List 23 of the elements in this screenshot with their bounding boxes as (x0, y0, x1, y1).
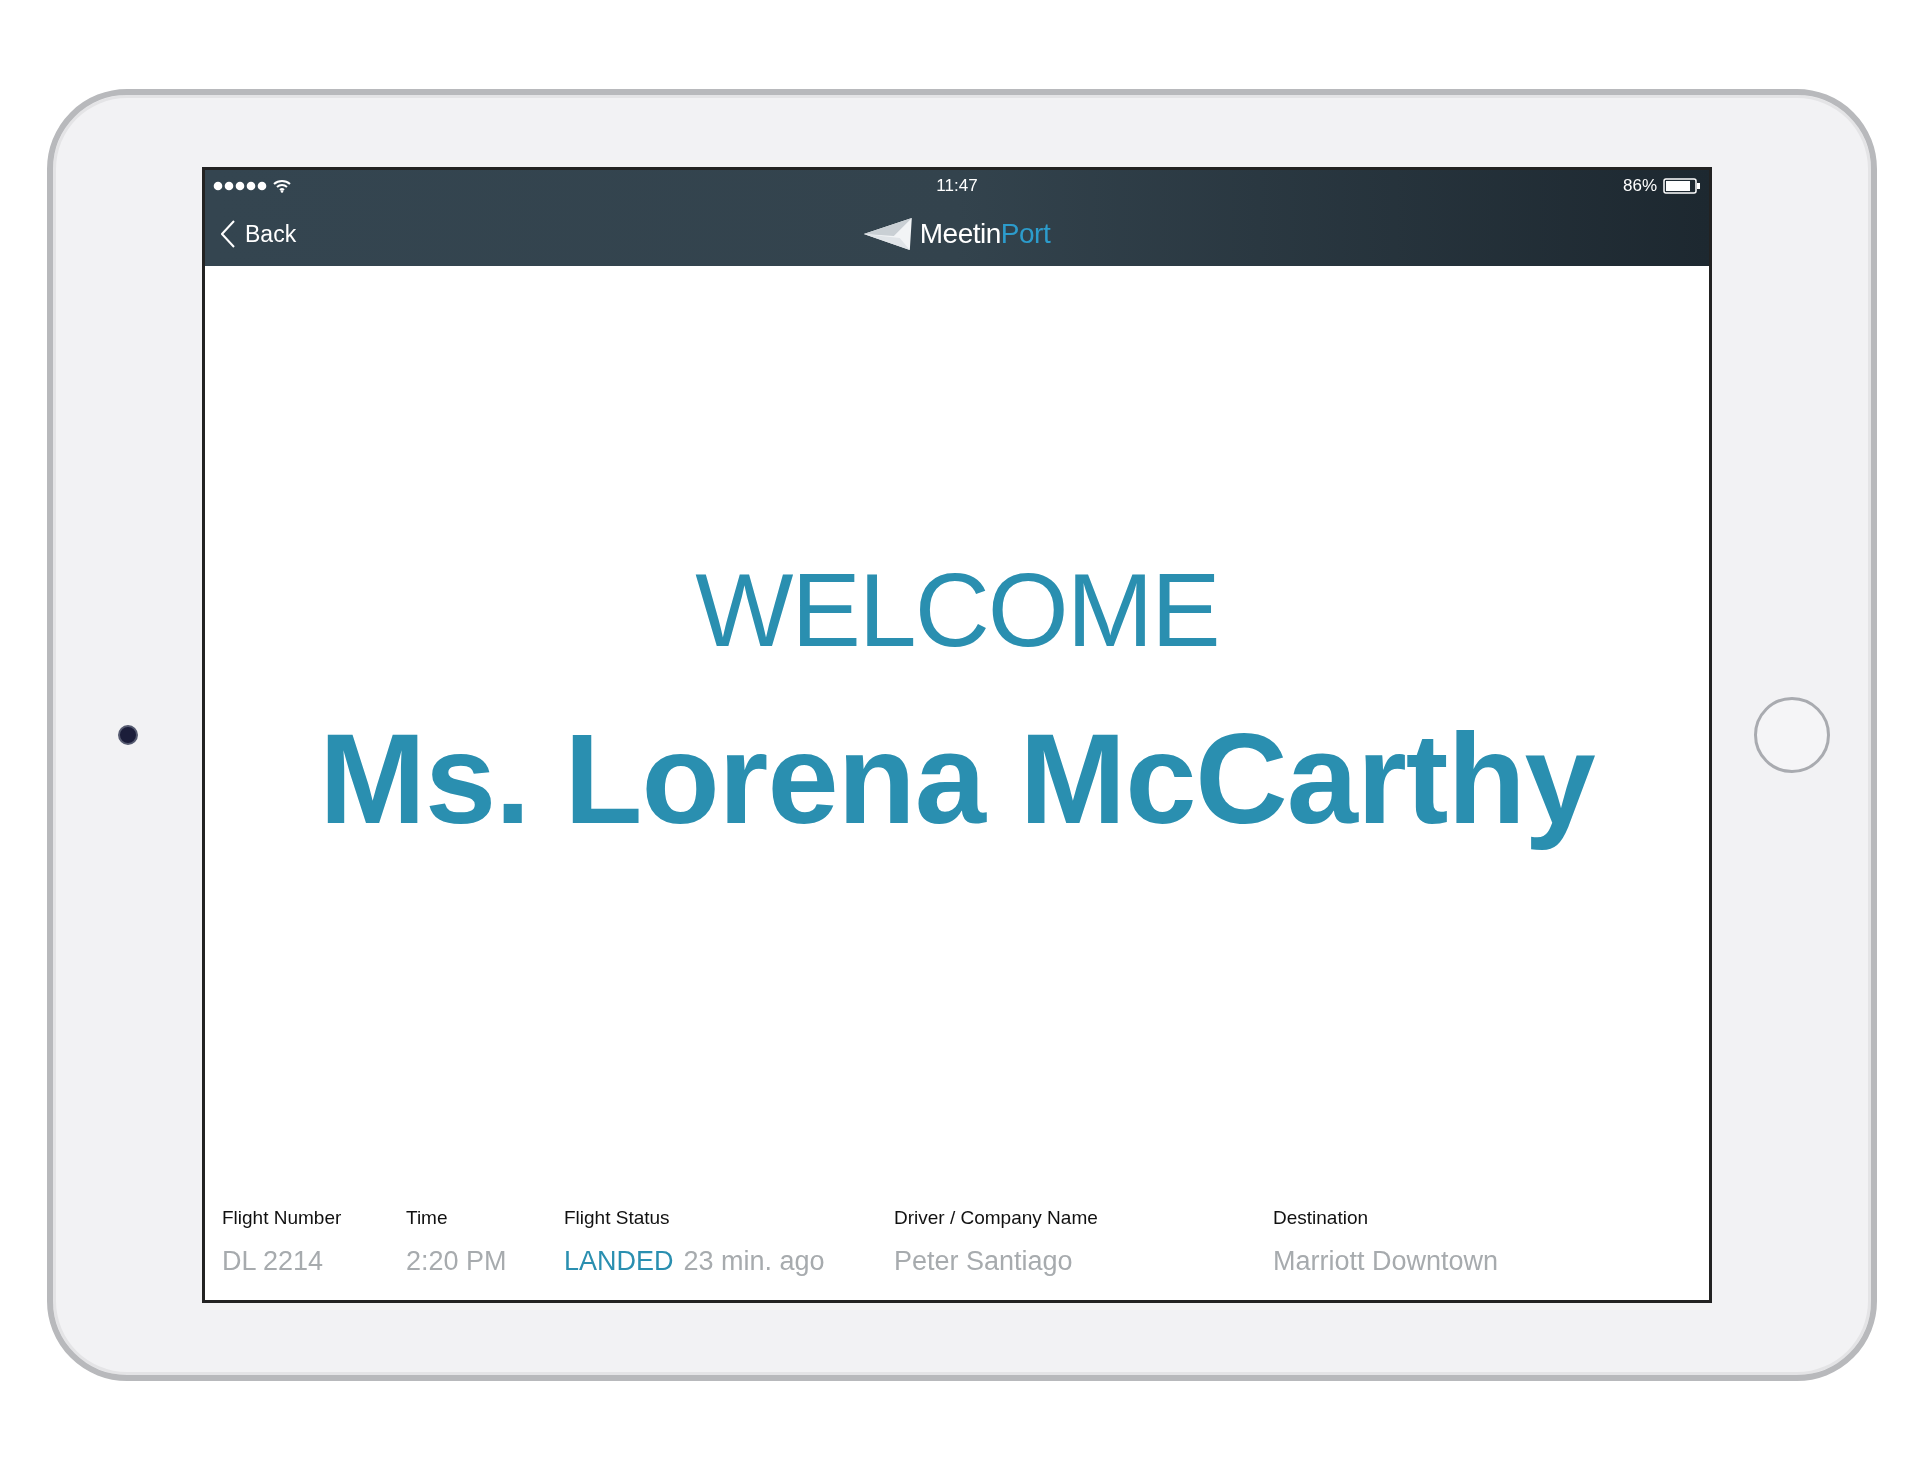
battery-percentage: 86% (1622, 175, 1657, 198)
signal-icon (213, 181, 269, 191)
detail-label: Flight Status (564, 1206, 671, 1230)
chevron-left-icon (221, 220, 235, 248)
detail-value: 23 min. ago (683, 1244, 825, 1278)
wifi-icon (273, 179, 291, 193)
back-button[interactable]: Back (221, 216, 297, 252)
detail-value: Peter Santiago (894, 1244, 1073, 1278)
status-time: 11:47 (936, 175, 978, 198)
status-value: LANDED (564, 1244, 674, 1278)
detail-label: Time (406, 1206, 449, 1230)
detail-value: Marriott Downtown (1273, 1244, 1499, 1278)
guest-name: Ms. Lorena McCarthy (319, 706, 1595, 852)
detail-label: Destination (1273, 1206, 1370, 1230)
welcome-heading: WELCOME (695, 558, 1219, 662)
detail-label: Driver / Company Name (894, 1206, 1099, 1230)
app-logo: MeetinPort (863, 213, 1051, 255)
paper-plane-icon (863, 216, 914, 252)
detail-value: 2:20 PM (406, 1244, 507, 1278)
detail-label: Flight Number (222, 1206, 343, 1230)
battery-icon (1663, 178, 1701, 194)
camera-icon (117, 725, 138, 745)
detail-value: DL 2214 (222, 1244, 324, 1278)
